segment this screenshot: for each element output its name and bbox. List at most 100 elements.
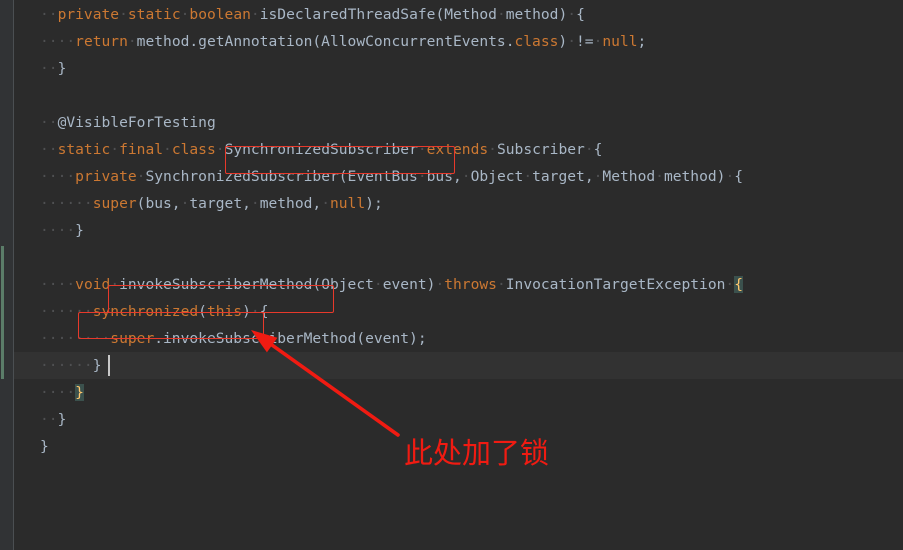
- code-token: method): [663, 168, 726, 185]
- code-token: method,: [259, 195, 322, 212]
- code-token: target,: [532, 168, 594, 185]
- space-dot: ·: [584, 141, 594, 158]
- text-caret: [107, 355, 110, 376]
- code-token: ): [558, 33, 568, 50]
- code-token: target,: [189, 195, 251, 212]
- code-token: }: [75, 222, 84, 239]
- space-dot: ·: [110, 276, 120, 293]
- code-token: synchronized: [92, 303, 199, 320]
- code-line[interactable]: ··private·static·boolean·isDeclaredThrea…: [40, 1, 585, 28]
- code-token: null: [330, 195, 366, 212]
- space-dot: ·: [567, 33, 577, 50]
- space-dot: ·: [215, 141, 225, 158]
- indent-whitespace: ······: [40, 195, 93, 212]
- code-line[interactable]: ··static·final·class·SynchronizedSubscri…: [40, 136, 602, 163]
- annotation-note-text: 此处加了锁: [404, 436, 550, 470]
- indent-whitespace: ····: [40, 384, 76, 401]
- code-token: bus,: [426, 168, 462, 185]
- code-line[interactable]: ··}: [40, 406, 66, 433]
- indent-whitespace: ··: [40, 114, 58, 131]
- space-dot: ·: [163, 141, 172, 158]
- indent-whitespace: ··: [40, 141, 58, 158]
- space-dot: ·: [417, 168, 427, 185]
- code-token: private: [57, 6, 120, 23]
- indent-whitespace: ········: [40, 330, 111, 347]
- code-line[interactable]: ····void·invokeSubscriberMethod(Object·e…: [40, 271, 743, 298]
- code-line[interactable]: }: [40, 433, 49, 460]
- code-token: extends: [426, 141, 489, 158]
- code-token: super: [92, 195, 137, 212]
- space-dot: ·: [417, 141, 427, 158]
- indent-whitespace: ··: [40, 6, 58, 23]
- code-line[interactable]: ····private·SynchronizedSubscriber(Event…: [40, 163, 743, 190]
- code-token: private: [75, 168, 137, 185]
- code-line[interactable]: ······synchronized(this)·{: [40, 298, 269, 325]
- code-token: final: [119, 141, 164, 158]
- code-token: .invokeSubscriberMethod(event);: [154, 330, 427, 347]
- code-token: (bus,: [136, 195, 181, 212]
- code-token: }: [57, 411, 67, 428]
- code-token: ): [242, 303, 251, 320]
- code-line[interactable]: ··@VisibleForTesting: [40, 109, 216, 136]
- code-token: }: [92, 357, 102, 374]
- code-editor-screenshot: ··private·static·boolean·isDeclaredThrea…: [0, 0, 903, 550]
- space-dot: ·: [725, 276, 735, 293]
- indent-whitespace: ····: [40, 222, 76, 239]
- space-dot: ·: [321, 195, 331, 212]
- indent-whitespace: ······: [40, 303, 93, 320]
- space-dot: ·: [523, 168, 533, 185]
- code-token: method.getAnnotation(AllowConcurrentEven…: [136, 33, 515, 50]
- code-line[interactable]: ··}: [40, 55, 66, 82]
- code-line[interactable]: ········super.invokeSubscriberMethod(eve…: [40, 325, 427, 352]
- code-token: return: [75, 33, 128, 50]
- code-token: throws: [444, 276, 497, 293]
- space-dot: ·: [250, 6, 260, 23]
- code-token: {: [593, 141, 603, 158]
- code-token: boolean: [189, 6, 251, 23]
- code-token: Object: [470, 168, 524, 185]
- code-token: }: [75, 384, 84, 401]
- code-token: @VisibleForTesting: [57, 114, 216, 131]
- indent-whitespace: ··: [40, 60, 58, 77]
- code-token: !=: [576, 33, 594, 50]
- code-line[interactable]: ······}: [40, 352, 102, 379]
- code-token: SynchronizedSubscriber(EventBus: [145, 168, 418, 185]
- code-token: Method: [602, 168, 656, 185]
- code-token: class: [514, 33, 559, 50]
- code-token: static: [127, 6, 181, 23]
- current-line-highlight: [14, 352, 903, 379]
- code-token: {: [576, 6, 585, 23]
- space-dot: ·: [373, 276, 383, 293]
- code-line[interactable]: ······super(bus,·target,·method,·null);: [40, 190, 383, 217]
- code-token: method): [505, 6, 568, 23]
- space-dot: ·: [250, 195, 260, 212]
- code-token: event): [382, 276, 436, 293]
- code-token: ;: [637, 33, 647, 50]
- code-token: }: [40, 438, 49, 455]
- indent-whitespace: ··: [40, 411, 58, 428]
- code-token: isDeclaredThreadSafe(Method: [259, 6, 497, 23]
- code-token: null: [602, 33, 638, 50]
- code-line[interactable]: ····}: [40, 379, 84, 406]
- code-token: );: [365, 195, 383, 212]
- code-token: {: [734, 276, 743, 293]
- indent-whitespace: ····: [40, 276, 76, 293]
- indent-whitespace: ····: [40, 168, 76, 185]
- space-dot: ·: [655, 168, 664, 185]
- space-dot: ·: [461, 168, 471, 185]
- space-dot: ·: [496, 6, 506, 23]
- code-token: {: [259, 303, 269, 320]
- code-token: (: [198, 303, 207, 320]
- code-line[interactable]: ····return·method.getAnnotation(AllowCon…: [40, 28, 646, 55]
- indent-whitespace: ······: [40, 357, 93, 374]
- code-token: this: [206, 303, 243, 320]
- code-token: InvocationTargetException: [505, 276, 726, 293]
- code-line[interactable]: ····}: [40, 217, 84, 244]
- code-token: {: [734, 168, 744, 185]
- code-token: class: [171, 141, 216, 158]
- code-token: }: [57, 60, 67, 77]
- space-dot: ·: [250, 303, 260, 320]
- space-dot: ·: [110, 141, 120, 158]
- space-dot: ·: [488, 141, 497, 158]
- code-token: invokeSubscriberMethod(Object: [119, 276, 374, 293]
